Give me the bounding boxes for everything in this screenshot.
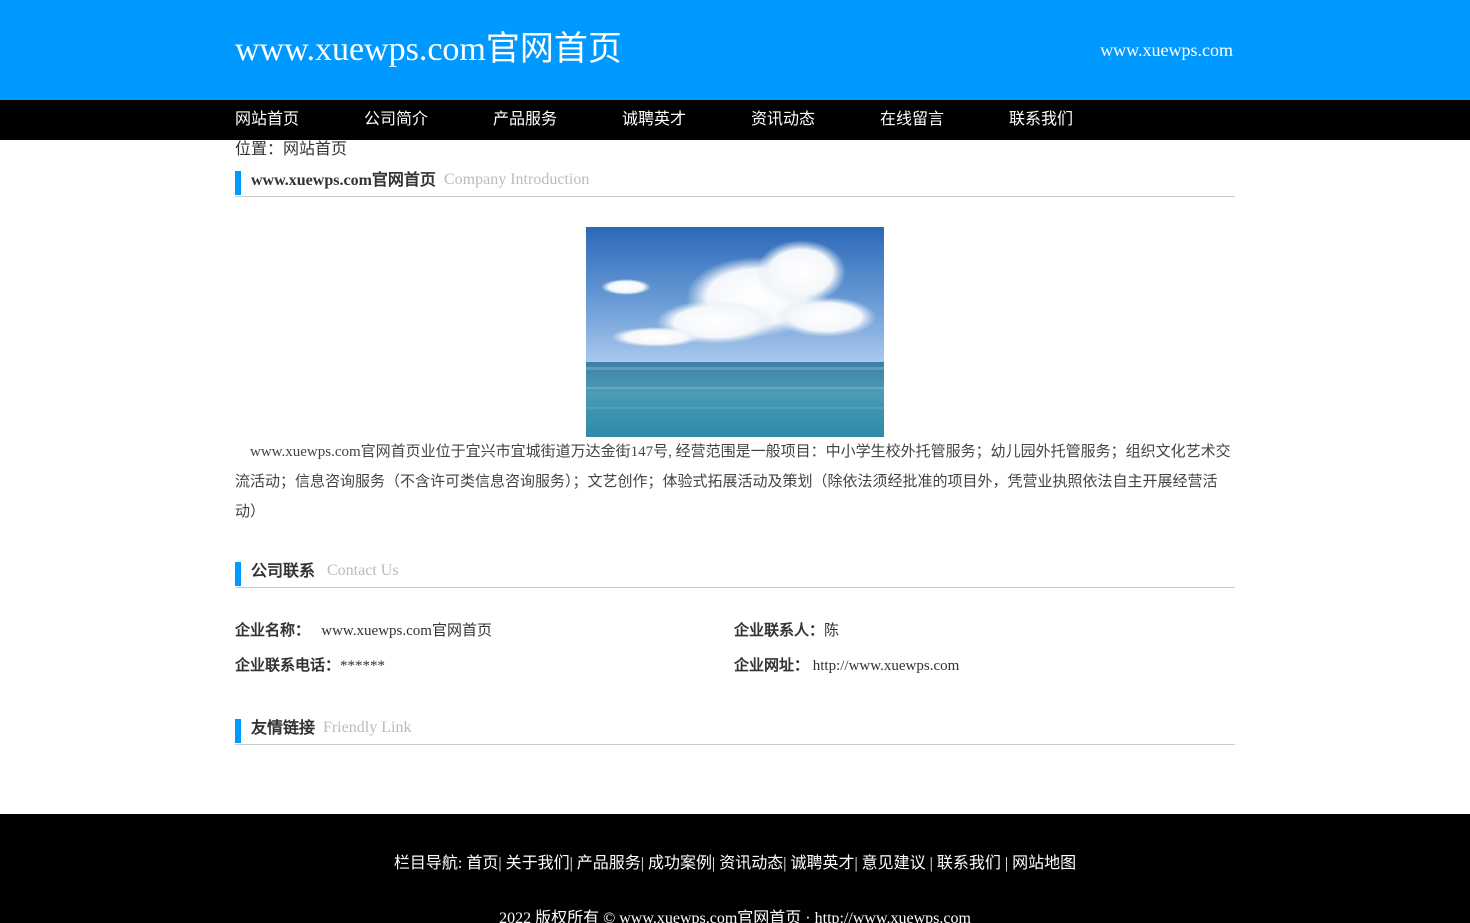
footer-link-contact[interactable]: 联系我们 [937,855,1005,872]
nav-item-home[interactable]: 网站首页 [235,100,364,140]
footer-nav: 栏目导航: 首页| 关于我们| 产品服务| 成功案例| 资讯动态| 诚聘英才| … [393,855,1077,872]
section-accent-bar [235,562,241,586]
contact-info: 企业名称： www.xuewps.com官网首页 企业联系人：陈 企业联系电话：… [235,614,1235,684]
site-url-link[interactable]: www.xuewps.com [1100,38,1233,62]
contact-person-label: 企业联系人： [734,623,825,639]
contact-person-row: 企业联系人：陈 [734,614,1233,649]
site-header: www.xuewps.com官网首页 www.xuewps.com [0,0,1470,100]
nav-item-contact[interactable]: 联系我们 [1009,100,1138,140]
intro-image [586,227,884,437]
company-name-row: 企业名称： www.xuewps.com官网首页 [235,614,734,649]
footer-link-products[interactable]: 产品服务 [577,855,641,872]
main-nav: 网站首页 公司简介 产品服务 诚聘英才 资讯动态 在线留言 联系我们 [0,100,1470,140]
company-name-label: 企业名称： [235,623,311,639]
footer-link-home[interactable]: 首页 [466,855,498,872]
website-link[interactable]: http://www.xuewps.com [813,658,960,674]
footer-link-cases[interactable]: 成功案例 [648,855,712,872]
footer-link-about[interactable]: 关于我们 [506,855,570,872]
footer-nav-prefix: 栏目导航: [393,855,467,872]
nav-item-products[interactable]: 产品服务 [493,100,622,140]
links-heading: 友情链接 [251,720,316,737]
section-accent-bar [235,171,241,195]
nav-item-about[interactable]: 公司简介 [364,100,493,140]
contact-heading: 公司联系 [251,563,316,580]
breadcrumb: 位置：网站首页 [235,141,348,158]
nav-item-news[interactable]: 资讯动态 [751,100,880,140]
phone-label: 企业联系电话： [235,658,341,674]
footer-link-news[interactable]: 资讯动态 [719,855,783,872]
sea-sky-image [586,227,884,437]
links-section-header: 友情链接 Friendly Link [235,708,1235,745]
phone-row: 企业联系电话：****** [235,649,734,684]
intro-description: www.xuewps.com官网首页业位于宜兴市宜城街道万达金街147号, 经营… [235,444,1231,520]
footer-link-careers[interactable]: 诚聘英才 [790,855,854,872]
company-name-value: www.xuewps.com官网首页 [321,623,492,639]
intro-section-header: www.xuewps.com官网首页 Company Introduction [235,160,1235,197]
footer-link-sitemap[interactable]: 网站地图 [1012,855,1076,872]
website-row: 企业网址： http://www.xuewps.com [734,649,1233,684]
nav-item-careers[interactable]: 诚聘英才 [622,100,751,140]
contact-section-header: 公司联系 Contact Us [235,551,1235,588]
links-heading-en: Friendly Link [323,719,412,736]
phone-value: ****** [340,658,386,674]
intro-heading-en: Company Introduction [444,171,590,188]
site-title[interactable]: www.xuewps.com官网首页 [235,29,622,71]
website-label: 企业网址： [734,658,810,674]
main-content: 位置：网站首页 www.xuewps.com官网首页 Company Intro… [235,140,1235,745]
intro-heading: www.xuewps.com官网首页 [251,172,436,189]
contact-heading-en: Contact Us [327,562,399,579]
section-accent-bar [235,719,241,743]
nav-item-message[interactable]: 在线留言 [880,100,1009,140]
copyright: 2022 版权所有 © www.xuewps.com官网首页 · http://… [499,910,971,923]
footer-link-feedback[interactable]: 意见建议 [862,855,930,872]
site-footer: 栏目导航: 首页| 关于我们| 产品服务| 成功案例| 资讯动态| 诚聘英才| … [0,814,1470,923]
contact-person-value: 陈 [824,623,840,639]
